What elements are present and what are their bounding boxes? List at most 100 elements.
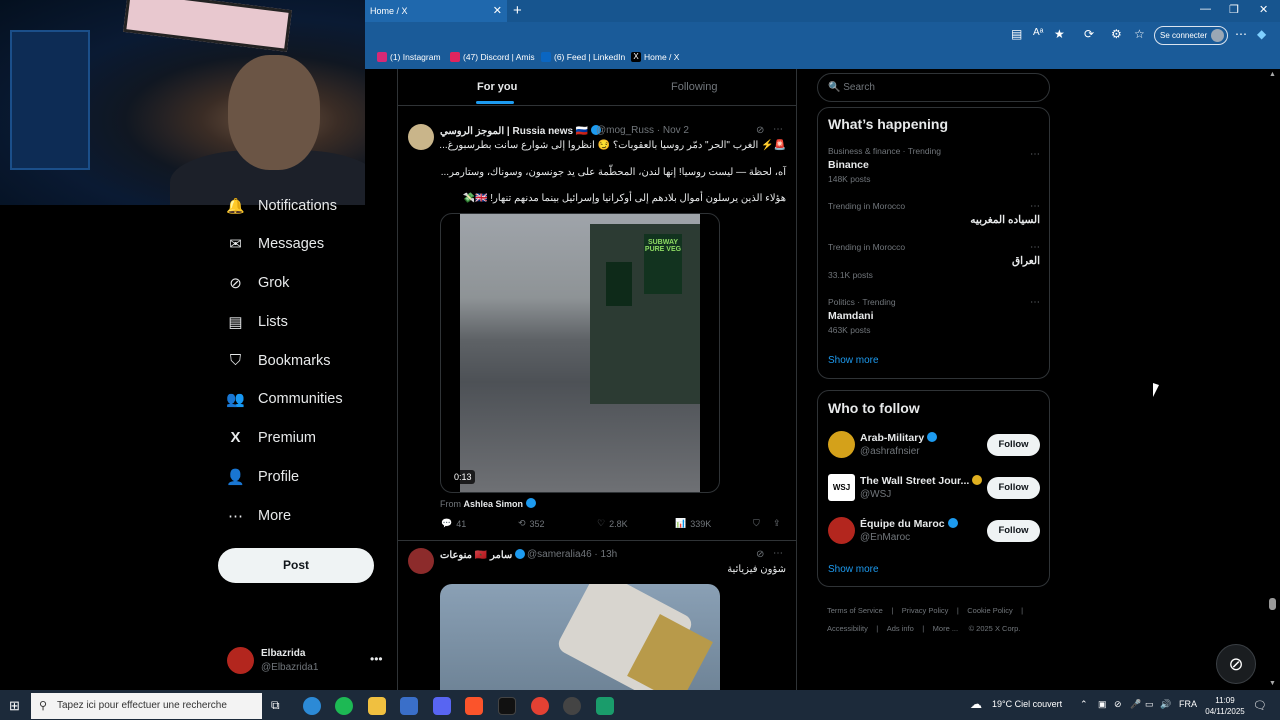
tweet-author-name[interactable]: منوعات 🇲🇦 سامر: [440, 549, 526, 561]
tweet-author-name[interactable]: الموجز الروسي | Russia news 🇷🇺: [440, 125, 602, 137]
follow-avatar[interactable]: [828, 431, 855, 458]
microphone-icon[interactable]: 🎤: [1130, 699, 1141, 710]
fav-linkedin[interactable]: (6) Feed | LinkedIn: [541, 52, 625, 62]
trend-item[interactable]: Politics · Trending Mamdani 463K posts ⋯: [828, 297, 1040, 335]
follow-button[interactable]: Follow: [987, 520, 1040, 542]
account-avatar[interactable]: [227, 647, 254, 674]
reply-button[interactable]: 💬 41: [441, 518, 466, 529]
settings-more-icon[interactable]: ⋯: [1235, 27, 1247, 41]
notifications-icon[interactable]: 🗨: [1253, 699, 1267, 712]
trend-item[interactable]: Business & finance · Trending Binance 14…: [828, 146, 1040, 184]
grok-icon[interactable]: ⊘: [756, 125, 764, 136]
follow-account[interactable]: Équipe du Maroc @EnMaroc: [860, 518, 958, 543]
follow-account[interactable]: Arab-Military @ashrafnsier: [860, 432, 938, 457]
footer-link[interactable]: More ...: [933, 624, 958, 633]
tab-close-icon[interactable]: ✕: [493, 4, 502, 17]
nav-more[interactable]: ⋯ More: [227, 507, 291, 525]
grok-icon[interactable]: ⊘: [756, 549, 764, 560]
tray-app-icon[interactable]: ▣: [1098, 699, 1107, 710]
bookmark-icon[interactable]: ⛉: [753, 518, 760, 529]
nav-notifications[interactable]: 🔔 Notifications: [226, 197, 337, 215]
follow-avatar[interactable]: WSJ: [828, 474, 855, 501]
nav-premium[interactable]: X Premium: [227, 429, 316, 446]
language-indicator[interactable]: FRA: [1179, 699, 1197, 709]
reader-icon[interactable]: ▤: [1011, 27, 1022, 41]
scroll-thumb[interactable]: [1269, 598, 1276, 610]
fav-instagram[interactable]: (1) Instagram: [377, 52, 441, 62]
tray-chevron-icon[interactable]: ⌃: [1080, 699, 1088, 710]
tiktok-icon[interactable]: [498, 697, 516, 715]
repost-button[interactable]: ⟲ 352: [518, 518, 545, 529]
brave-icon[interactable]: [465, 697, 483, 715]
read-aloud-icon[interactable]: Aᵃ: [1033, 27, 1043, 38]
nav-bookmarks[interactable]: ⛉ Bookmarks: [227, 352, 331, 369]
footer-link[interactable]: Cookie Policy: [967, 606, 1012, 615]
favorites-icon[interactable]: ☆: [1134, 27, 1145, 41]
footer-link[interactable]: Terms of Service: [827, 606, 883, 615]
search-input[interactable]: 🔍 Search: [817, 73, 1050, 102]
trend-more-icon[interactable]: ⋯: [1030, 242, 1040, 253]
scroll-down-icon[interactable]: ▼: [1269, 680, 1276, 687]
browser-tab-home[interactable]: Home / X ✕: [365, 0, 507, 22]
follow-button[interactable]: Follow: [987, 477, 1040, 499]
volume-icon[interactable]: 🔊: [1160, 699, 1171, 710]
store-icon[interactable]: [400, 697, 418, 715]
clock[interactable]: 11:09 04/11/2025: [1203, 695, 1247, 717]
new-tab-button[interactable]: +: [513, 2, 522, 19]
show-more-link[interactable]: Show more: [828, 564, 879, 575]
favorite-star-icon[interactable]: ★: [1054, 27, 1065, 41]
nav-lists[interactable]: ▤ Lists: [227, 313, 287, 331]
account-name[interactable]: Elbazrida: [261, 648, 305, 659]
trend-more-icon[interactable]: ⋯: [1030, 149, 1040, 160]
tab-for-you[interactable]: For you: [477, 81, 517, 93]
tab-following[interactable]: Following: [671, 81, 717, 93]
follow-button[interactable]: Follow: [987, 434, 1040, 456]
tweet-handle[interactable]: @sameralia46 · 13h: [527, 549, 617, 560]
tweet-more-icon[interactable]: ⋯: [773, 548, 783, 559]
task-view-icon[interactable]: ⧉: [271, 698, 280, 713]
weather-text[interactable]: 19°C Ciel couvert: [992, 699, 1062, 709]
footer-link[interactable]: Ads info: [887, 624, 914, 633]
trend-item[interactable]: Trending in Morocco السياده المغربيه ⋯: [828, 201, 1040, 226]
fav-discord[interactable]: (47) Discord | Amis: [450, 52, 535, 62]
openai-icon[interactable]: [563, 697, 581, 715]
tweet-avatar[interactable]: [408, 124, 434, 150]
trend-item[interactable]: Trending in Morocco العراق 33.1K posts ⋯: [828, 242, 1040, 280]
post-button[interactable]: Post: [218, 548, 374, 583]
views-button[interactable]: 📊 339K: [675, 518, 711, 529]
file-explorer-icon[interactable]: [368, 697, 386, 715]
trend-more-icon[interactable]: ⋯: [1030, 297, 1040, 308]
windows-start-icon[interactable]: ⊞: [9, 698, 20, 714]
page-scrollbar[interactable]: [1268, 69, 1280, 690]
show-more-link[interactable]: Show more: [828, 355, 879, 366]
grok-fab-icon[interactable]: ⊘: [1216, 644, 1256, 684]
minimize-icon[interactable]: —: [1200, 3, 1211, 15]
tweet-avatar[interactable]: [408, 548, 434, 574]
tray-network-off-icon[interactable]: ⊘: [1114, 699, 1122, 710]
edge-icon[interactable]: [303, 697, 321, 715]
footer-link[interactable]: Privacy Policy: [902, 606, 949, 615]
tweet-handle[interactable]: @mog_Russ · Nov 2: [596, 125, 689, 136]
account-more-icon[interactable]: •••: [370, 652, 383, 666]
video-attribution[interactable]: From Ashlea Simon: [440, 498, 536, 509]
nav-messages[interactable]: ✉ Messages: [227, 235, 324, 253]
sign-in-button[interactable]: Se connecter: [1154, 26, 1228, 45]
discord-icon[interactable]: [433, 697, 451, 715]
network-icon[interactable]: ▭: [1145, 699, 1154, 710]
tweet-video[interactable]: SUBWAY PURE VEG 0:13: [440, 213, 720, 493]
follow-avatar[interactable]: [828, 517, 855, 544]
app-icon[interactable]: [596, 697, 614, 715]
nav-profile[interactable]: 👤 Profile: [226, 468, 299, 486]
scroll-up-icon[interactable]: ▲: [1269, 71, 1276, 78]
refresh-icon[interactable]: ⟳: [1084, 27, 1094, 41]
footer-link[interactable]: Accessibility: [827, 624, 868, 633]
like-button[interactable]: ♡ 2.8K: [597, 518, 628, 529]
copilot-icon[interactable]: ◆: [1257, 27, 1266, 41]
fav-x[interactable]: X Home / X: [631, 52, 679, 62]
nav-grok[interactable]: ⊘ Grok: [227, 274, 289, 292]
spotify-icon[interactable]: [335, 697, 353, 715]
maximize-icon[interactable]: ❐: [1229, 3, 1239, 16]
tweet-more-icon[interactable]: ⋯: [773, 124, 783, 135]
trend-more-icon[interactable]: ⋯: [1030, 201, 1040, 212]
share-icon[interactable]: ⇪: [773, 518, 781, 529]
